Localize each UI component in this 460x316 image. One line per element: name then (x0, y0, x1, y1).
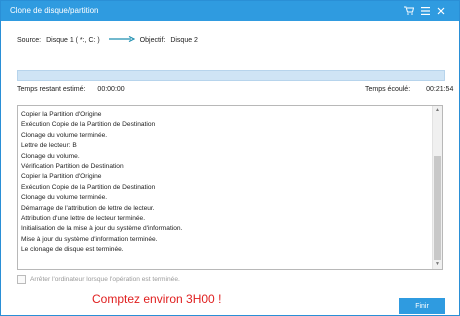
target-label: Objectif: (139, 36, 166, 44)
log-line: Lettre de lecteur: B (21, 142, 77, 150)
target-value: Disque 2 (170, 36, 198, 44)
source-target-line: Source: Disque 1 ( *:, C: ) Objectif: Di… (17, 35, 201, 44)
time-elapsed: Temps écoulé: 00:21:54 (365, 86, 453, 93)
log-line: Copier la Partition d'Origine (21, 173, 102, 181)
time-remaining: Temps restant estimé: 00:00:00 (17, 86, 125, 93)
clone-dialog: Clone de disque/partition Source: Disque… (0, 0, 460, 316)
shutdown-checkbox-label: Arrêter l'ordinateur lorsque l'opération… (30, 276, 180, 283)
log-line: Attribution d'une lettre de lecteur term… (21, 214, 146, 222)
log-line: Clonage du volume terminée. (21, 131, 108, 139)
log-line: Mise à jour du système d'information ter… (21, 235, 158, 243)
log-line: Vérification Partition de Destination (21, 162, 124, 170)
log-line: Copier la Partition d'Origine (21, 111, 102, 118)
time-elapsed-value: 00:21:54 (426, 86, 454, 93)
scroll-down-icon[interactable]: ▼ (433, 260, 442, 269)
source-label: Source: (17, 36, 42, 44)
time-remaining-value: 00:00:00 (97, 86, 125, 93)
finish-button[interactable]: Finir (399, 298, 445, 314)
progress-bar (17, 70, 445, 81)
time-elapsed-label: Temps écoulé: (365, 86, 411, 93)
title-bar: Clone de disque/partition (1, 1, 459, 21)
arrow-right-icon (108, 35, 136, 44)
annotation-text: Comptez environ 3H00 ! (92, 292, 222, 306)
cart-icon[interactable] (403, 4, 415, 17)
shutdown-checkbox[interactable] (17, 275, 26, 284)
log-panel[interactable]: Copier la Partition d'Origine Exécution C… (17, 105, 443, 270)
shutdown-checkbox-row[interactable]: Arrêter l'ordinateur lorsque l'opération… (17, 275, 180, 284)
log-line: Clonage du volume terminée. (21, 194, 108, 202)
log-line: Démarrage de l'attribution de lettre de … (21, 204, 155, 212)
scroll-up-icon[interactable]: ▲ (433, 106, 442, 115)
log-line: Initialisation de la mise à jour du syst… (21, 225, 183, 233)
log-line: Exécution Copie de la Partition de Desti… (21, 183, 156, 191)
time-remaining-label: Temps restant estimé: (17, 86, 86, 93)
log-scrollbar[interactable]: ▲ ▼ (432, 106, 442, 269)
close-icon[interactable] (435, 4, 447, 17)
log-line: Clonage du volume. (21, 152, 80, 160)
progress-fill (18, 71, 444, 80)
source-value: Disque 1 ( *:, C: ) (46, 36, 100, 44)
window-title: Clone de disque/partition (10, 6, 99, 15)
scroll-thumb[interactable] (434, 156, 441, 260)
log-lines: Copier la Partition d'Origine Exécution C… (21, 110, 421, 255)
log-line: Le clonage de disque est terminée. (21, 246, 124, 254)
menu-icon[interactable] (419, 4, 431, 17)
log-line: Exécution Copie de la Partition de Desti… (21, 121, 156, 129)
